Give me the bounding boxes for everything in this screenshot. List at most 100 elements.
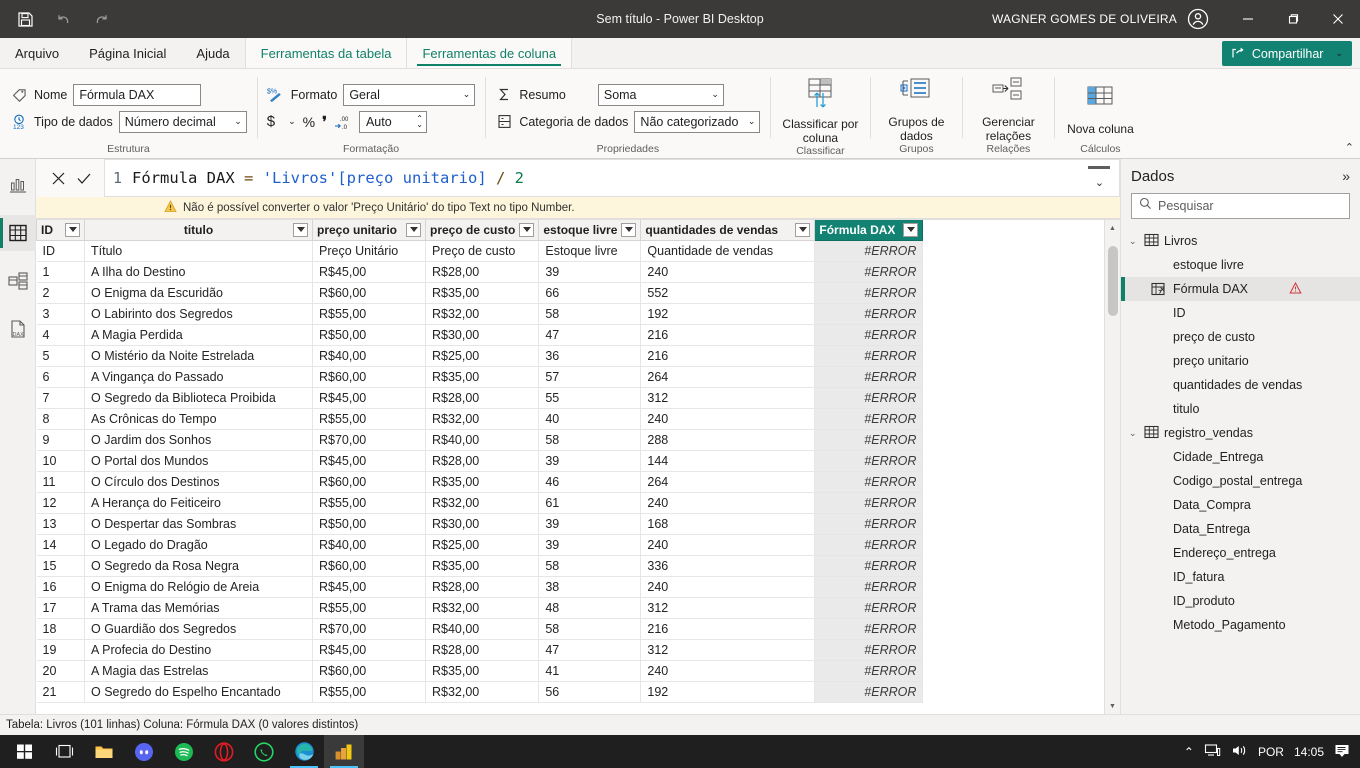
volume-icon[interactable]: [1231, 743, 1248, 761]
table-cell[interactable]: R$55,00: [312, 681, 426, 703]
table-cell[interactable]: 7: [36, 387, 85, 409]
save-icon[interactable]: [14, 8, 36, 30]
tree-field-metodo-pagamento[interactable]: Metodo_Pagamento: [1121, 613, 1360, 637]
undo-icon[interactable]: [52, 8, 74, 30]
tipo-de-dados-select[interactable]: Número decimal ⌄: [118, 110, 247, 133]
decrease-decimals-icon[interactable]: .00.0: [334, 114, 352, 130]
grid-vertical-scrollbar[interactable]: ▲ ▼: [1104, 220, 1120, 714]
table-row[interactable]: 2O Enigma da Escuridão R$60,00 R$35,00 66 55…: [36, 282, 924, 304]
decimal-places-stepper[interactable]: Auto ⌃ ⌄: [358, 110, 427, 133]
tree-field-codigo-postal-entrega[interactable]: Codigo_postal_entrega: [1121, 469, 1360, 493]
filter-dropdown-icon[interactable]: [65, 222, 80, 237]
table-row[interactable]: 6A Vingança do Passado R$60,00 R$35,00 57 26…: [36, 366, 924, 388]
maximize-restore-button[interactable]: [1270, 0, 1315, 38]
table-cell[interactable]: R$60,00: [312, 660, 426, 682]
filter-dropdown-icon[interactable]: [795, 222, 811, 237]
table-cell[interactable]: O Enigma do Relógio de Areia: [84, 576, 313, 598]
tree-field-data-entrega[interactable]: Data_Entrega: [1121, 517, 1360, 541]
table-cell[interactable]: 216: [640, 618, 816, 640]
manage-relationships-button[interactable]: Gerenciar relações: [972, 73, 1044, 143]
expand-formula-icon[interactable]: ⌄: [1080, 159, 1120, 197]
filter-dropdown-icon[interactable]: [621, 222, 637, 237]
table-cell[interactable]: A Profecia do Destino: [84, 639, 313, 661]
table-row[interactable]: 3O Labirinto dos Segredos R$55,00 R$32,00 5…: [36, 303, 924, 325]
table-cell[interactable]: #ERROR: [814, 366, 924, 388]
table-cell[interactable]: O Círculo dos Destinos: [84, 471, 313, 493]
table-cell[interactable]: 2: [36, 282, 85, 304]
table-row[interactable]: 8 As Crônicas do Tempo R$55,00 R$32,00 40 240…: [36, 408, 924, 430]
table-cell[interactable]: O Mistério da Noite Estrelada: [84, 345, 313, 367]
table-cell[interactable]: R$55,00: [312, 597, 426, 619]
table-cell[interactable]: Título: [84, 240, 313, 262]
table-cell[interactable]: #ERROR: [814, 639, 924, 661]
table-cell[interactable]: R$25,00: [425, 345, 540, 367]
table-cell[interactable]: 40: [538, 408, 642, 430]
table-cell[interactable]: 39: [538, 450, 642, 472]
table-cell[interactable]: R$30,00: [425, 324, 540, 346]
windows-start-icon[interactable]: [4, 735, 44, 768]
tree-field-estoque-livre[interactable]: estoque livre: [1121, 253, 1360, 277]
table-cell[interactable]: R$45,00: [312, 576, 426, 598]
close-button[interactable]: [1315, 0, 1360, 38]
chevron-down-icon[interactable]: ⌄: [1129, 428, 1139, 439]
table-cell[interactable]: R$40,00: [312, 534, 426, 556]
table-cell[interactable]: R$60,00: [312, 471, 426, 493]
table-cell[interactable]: 240: [640, 534, 816, 556]
table-row[interactable]: 21 O Segredo do Espelho Encantado R$55,00 R…: [36, 681, 924, 703]
table-cell[interactable]: #ERROR: [814, 408, 924, 430]
table-cell[interactable]: R$32,00: [425, 408, 540, 430]
spotify-icon[interactable]: [164, 735, 204, 768]
table-cell[interactable]: 6: [36, 366, 85, 388]
collapse-ribbon-icon[interactable]: ⌃: [1345, 141, 1354, 154]
scrollbar-thumb[interactable]: [1107, 246, 1118, 316]
table-row[interactable]: 10 O Portal dos Mundos R$45,00 R$28,00 39 144…: [36, 450, 924, 472]
table-cell[interactable]: #ERROR: [814, 513, 924, 535]
tree-field-quantidades-de-vendas[interactable]: quantidades de vendas: [1121, 373, 1360, 397]
tab-ajuda[interactable]: Ajuda: [181, 38, 244, 68]
table-cell[interactable]: 552: [640, 282, 816, 304]
tree-table-livros[interactable]: ⌄ Livros: [1121, 229, 1360, 253]
table-cell[interactable]: R$50,00: [312, 324, 426, 346]
nome-input[interactable]: Fórmula DAX: [73, 83, 202, 106]
table-cell[interactable]: 312: [640, 597, 816, 619]
table-cell[interactable]: R$70,00: [312, 618, 426, 640]
table-cell[interactable]: 14: [36, 534, 85, 556]
tree-field-pre-o-unitario[interactable]: preço unitario: [1121, 349, 1360, 373]
table-cell[interactable]: 58: [538, 618, 642, 640]
table-cell[interactable]: 312: [640, 639, 816, 661]
table-cell[interactable]: R$32,00: [425, 681, 540, 703]
table-cell[interactable]: R$60,00: [312, 555, 426, 577]
table-cell[interactable]: 47: [538, 639, 642, 661]
table-cell[interactable]: R$45,00: [312, 639, 426, 661]
table-cell[interactable]: 168: [640, 513, 816, 535]
table-cell[interactable]: #ERROR: [814, 471, 924, 493]
table-cell[interactable]: R$32,00: [425, 303, 540, 325]
table-cell[interactable]: R$28,00: [425, 576, 540, 598]
table-cell[interactable]: #ERROR: [814, 450, 924, 472]
table-cell[interactable]: 41: [538, 660, 642, 682]
table-cell[interactable]: R$40,00: [425, 618, 540, 640]
table-cell[interactable]: A Magia Perdida: [84, 324, 313, 346]
column-header-titulo[interactable]: titulo: [84, 220, 313, 241]
tab-ferramentas-da-tabela[interactable]: Ferramentas da tabela: [244, 38, 407, 68]
table-cell[interactable]: 216: [640, 324, 816, 346]
resumo-select[interactable]: Soma ⌄: [597, 83, 724, 106]
data-groups-button[interactable]: Grupos de dados: [880, 73, 952, 143]
percent-icon[interactable]: %: [303, 114, 315, 130]
table-cell[interactable]: 144: [640, 450, 816, 472]
power-bi-icon[interactable]: [324, 735, 364, 768]
table-cell[interactable]: 3: [36, 303, 85, 325]
task-view-icon[interactable]: [44, 735, 84, 768]
table-row[interactable]: 4A Magia Perdida R$50,00 R$30,00 47 216 #ERRO…: [36, 324, 924, 346]
table-row[interactable]: 18 O Guardião dos Segredos R$70,00 R$40,00 5…: [36, 618, 924, 640]
table-cell[interactable]: O Jardim dos Sonhos: [84, 429, 313, 451]
table-cell[interactable]: 216: [640, 345, 816, 367]
table-cell[interactable]: 5: [36, 345, 85, 367]
table-row[interactable]: 11 O Círculo dos Destinos R$60,00 R$35,00 46…: [36, 471, 924, 493]
tree-field-id-produto[interactable]: ID_produto: [1121, 589, 1360, 613]
table-cell[interactable]: #ERROR: [814, 534, 924, 556]
column-header-f-rmula-dax[interactable]: Fórmula DAX: [814, 220, 924, 241]
table-cell[interactable]: 39: [538, 513, 642, 535]
table-cell[interactable]: #ERROR: [814, 240, 924, 262]
tab-ferramentas-de-coluna[interactable]: Ferramentas de coluna: [406, 38, 573, 68]
